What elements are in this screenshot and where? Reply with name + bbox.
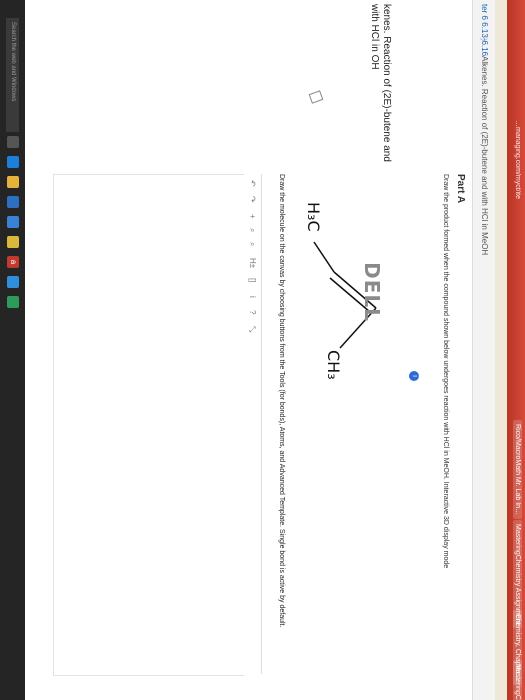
tab-masteringchem[interactable]: MasteringChem <box>513 660 522 700</box>
bookmarks-bar <box>495 0 507 700</box>
zoom-out-icon[interactable]: ⌕ <box>247 242 257 246</box>
tab-rico[interactable]: Rico/MacroMath Mr. Lab In… <box>513 420 522 520</box>
bond-1 <box>313 241 335 273</box>
breadcrumb-range[interactable]: ter 6 6.13-6.16 <box>480 4 489 56</box>
help-icon[interactable]: ? <box>248 310 257 314</box>
breadcrumb-separator: 〉 <box>479 38 488 46</box>
app-icon[interactable] <box>7 296 19 308</box>
chrome-icon[interactable] <box>7 236 19 248</box>
question-panel: kenes. Reaction of (2E)-butene and with … <box>0 0 472 165</box>
app-a-icon[interactable]: a <box>7 256 19 268</box>
drawing-toolbar: ↶ ↷ + ⌕ ⌕ H± [] i ? ⤡ <box>242 174 262 674</box>
redo-icon[interactable]: ↷ <box>248 196 257 203</box>
task-view-icon[interactable] <box>7 136 19 148</box>
info-button-icon[interactable]: i <box>248 296 257 298</box>
mouse-cursor-icon <box>308 90 324 104</box>
part-label: Part A <box>455 174 466 204</box>
molecule-2e-butene: H₃C CH₃ <box>304 202 377 380</box>
windows-taskbar: Search the web and Windows a <box>0 0 25 700</box>
part-instruction: Draw the product formed when the compoun… <box>442 174 449 569</box>
url-bar[interactable]: …managing.com/myct/ite <box>514 120 521 199</box>
bracket-icon[interactable]: [] <box>248 278 257 282</box>
browser-tab-bar: …managing.com/myct/ite Rico/MacroMath Mr… <box>507 0 525 700</box>
molecule-label-h3c: H₃C <box>304 202 323 232</box>
mail-icon[interactable] <box>7 216 19 228</box>
screen: …managing.com/myct/ite Rico/MacroMath Mr… <box>0 0 525 700</box>
drawing-canvas[interactable] <box>53 174 244 676</box>
zoom-in-icon[interactable]: ⌕ <box>247 228 257 232</box>
question-title: kenes. Reaction of (2E)-butene and with … <box>369 4 392 162</box>
info-icon[interactable]: i <box>409 371 419 381</box>
internet-explorer-icon[interactable] <box>7 276 19 288</box>
main-content: Part A Draw the product formed when the … <box>53 168 472 700</box>
file-explorer-icon[interactable] <box>7 176 19 188</box>
undo-icon[interactable]: ↶ <box>248 180 257 187</box>
molecule-label-ch3: CH₃ <box>324 350 343 380</box>
store-icon[interactable] <box>7 196 19 208</box>
breadcrumb: ter 6 6.13-6.16 〉 Alkenes. Reaction of (… <box>472 0 495 700</box>
breadcrumb-title: Alkenes. Reaction of (2E)-butene and wit… <box>480 56 489 256</box>
edge-icon[interactable] <box>7 156 19 168</box>
expand-icon[interactable]: ⤡ <box>247 326 257 332</box>
taskbar-search-box[interactable]: Search the web and Windows <box>6 18 19 132</box>
hydrogen-toggle-icon[interactable]: H± <box>248 258 257 268</box>
canvas-instruction: Draw the molecule on the canvas by choos… <box>278 174 285 628</box>
add-icon[interactable]: + <box>248 214 257 219</box>
dell-logo: DELL <box>359 262 384 322</box>
